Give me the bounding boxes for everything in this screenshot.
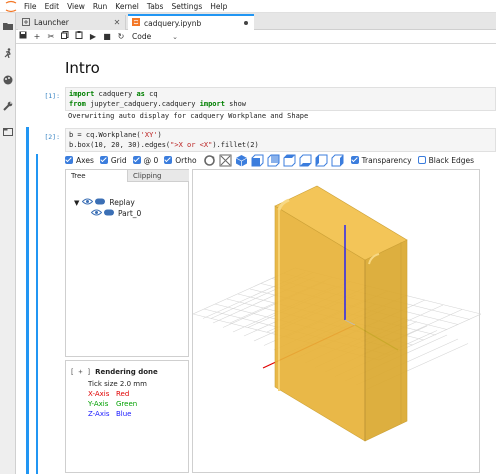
- viewer-toolbar: Axes Grid @ 0 Ortho Transparency Black E…: [65, 152, 496, 168]
- cell-1-output: Overwriting auto display for cadquery Wo…: [68, 112, 309, 120]
- shape-icon[interactable]: [95, 198, 106, 207]
- tab-notebook-label: cadquery.ipynb: [144, 18, 202, 28]
- activity-bar: [0, 13, 16, 474]
- launcher-icon: [22, 17, 30, 28]
- menu-edit[interactable]: Edit: [45, 2, 66, 11]
- checkbox-icon: [350, 156, 359, 164]
- notebook-toolbar: + ✂ ▶ ■ ↻ Code ⌄: [16, 30, 496, 44]
- menu-run[interactable]: Run: [93, 2, 113, 11]
- unsaved-indicator-icon[interactable]: [244, 21, 248, 25]
- 3d-viewport[interactable]: [192, 169, 482, 474]
- tabs-icon[interactable]: [3, 127, 13, 137]
- insert-cell-icon[interactable]: +: [30, 31, 44, 43]
- jupyter-logo-icon: [0, 0, 22, 13]
- tree-node-part[interactable]: Part_0: [90, 209, 142, 218]
- code-line: b = cq.Workplane('XY'): [69, 131, 162, 139]
- info-bracket: [ + ]: [70, 368, 92, 376]
- y-axis-label: Y-Axis: [88, 400, 109, 408]
- black-edges-checkbox[interactable]: Black Edges: [417, 156, 474, 165]
- cell-1-prompt: [1]:: [44, 92, 60, 100]
- cell-2-prompt: [2]:: [44, 133, 60, 141]
- folder-icon[interactable]: [3, 21, 13, 31]
- wrench-icon[interactable]: [3, 101, 13, 111]
- checkbox-icon: [164, 156, 173, 164]
- output-collapser[interactable]: [36, 154, 38, 474]
- front-view-icon[interactable]: [251, 154, 264, 167]
- tab-launcher[interactable]: Launcher ✕: [18, 15, 126, 30]
- part-shape[interactable]: [274, 185, 408, 442]
- shape-icon[interactable]: [104, 209, 114, 218]
- cell-type-select[interactable]: Code ⌄: [132, 31, 178, 42]
- fit-view-icon[interactable]: [219, 154, 232, 167]
- copy-icon[interactable]: [58, 30, 72, 43]
- close-icon[interactable]: ✕: [112, 18, 122, 27]
- menu-view[interactable]: View: [67, 2, 91, 11]
- viewport-canvas[interactable]: [192, 170, 482, 474]
- tab-clipping[interactable]: Clipping: [128, 170, 189, 182]
- restart-icon[interactable]: ↻: [114, 31, 128, 43]
- reset-view-icon[interactable]: [203, 154, 216, 167]
- checkbox-icon: [65, 156, 73, 164]
- code-cell-1-editor[interactable]: import cadquery as cq from jupyter_cadqu…: [65, 87, 496, 111]
- cut-icon[interactable]: ✂: [44, 31, 58, 43]
- axes-checkbox[interactable]: Axes: [65, 156, 94, 165]
- code-line: from jupyter_cadquery.cadquery import sh…: [69, 99, 247, 108]
- palette-icon[interactable]: [3, 75, 13, 85]
- menu-kernel[interactable]: Kernel: [115, 2, 145, 11]
- active-cell-indicator: [26, 127, 29, 474]
- tab-launcher-label: Launcher: [34, 18, 69, 27]
- right-view-icon[interactable]: [331, 154, 344, 167]
- markdown-heading: Intro: [65, 59, 100, 77]
- x-axis-label: X-Axis: [88, 390, 110, 398]
- tree-panel: Tree Clipping ▼ Replay Part_0: [65, 169, 189, 357]
- info-panel: [ + ] Rendering done Tick size 2.0 mm X-…: [65, 360, 189, 473]
- top-view-icon[interactable]: [283, 154, 296, 167]
- running-icon[interactable]: [3, 48, 13, 59]
- axes-at-zero-checkbox[interactable]: @ 0: [132, 156, 158, 165]
- tree-node-label: Replay: [109, 198, 135, 207]
- menu-file[interactable]: File: [24, 2, 43, 11]
- document-tab-bar: Launcher ✕ cadquery.ipynb: [16, 13, 496, 30]
- chevron-down-icon: ⌄: [172, 32, 178, 41]
- info-title: Rendering done: [95, 368, 158, 376]
- stop-icon[interactable]: ■: [100, 31, 114, 43]
- run-icon[interactable]: ▶: [86, 31, 100, 43]
- tree-node-label: Part_0: [118, 209, 142, 218]
- z-axis-color: Blue: [116, 410, 132, 418]
- tab-cadquery-notebook[interactable]: cadquery.ipynb: [128, 14, 254, 30]
- x-axis-color: Red: [116, 390, 130, 398]
- caret-down-icon[interactable]: ▼: [74, 199, 79, 207]
- checkbox-icon: [132, 156, 141, 164]
- left-view-icon[interactable]: [315, 154, 328, 167]
- iso-view-icon[interactable]: [235, 154, 248, 167]
- rear-view-icon[interactable]: [267, 154, 280, 167]
- paste-icon[interactable]: [72, 30, 86, 43]
- transparency-checkbox[interactable]: Transparency: [350, 156, 412, 165]
- menu-settings[interactable]: Settings: [171, 2, 208, 11]
- eye-icon[interactable]: [90, 209, 103, 218]
- y-axis-color: Green: [116, 400, 138, 408]
- info-tick-size: Tick size 2.0 mm: [88, 380, 147, 388]
- menu-bar: File Edit View Run Kernel Tabs Settings …: [0, 0, 496, 13]
- checkbox-icon: [99, 156, 108, 164]
- grid-checkbox[interactable]: Grid: [99, 156, 127, 165]
- code-cell-2-editor[interactable]: b = cq.Workplane('XY') b.box(10, 20, 30)…: [65, 128, 496, 152]
- cell-type-value: Code: [132, 32, 152, 41]
- checkbox-icon: [417, 156, 426, 164]
- tab-tree[interactable]: Tree: [66, 170, 128, 182]
- menu-tabs[interactable]: Tabs: [147, 2, 170, 11]
- tree-node-replay[interactable]: ▼ Replay: [74, 198, 135, 207]
- code-line: b.box(10, 20, 30).edges(">X or <X").fill…: [69, 140, 259, 149]
- bottom-view-icon[interactable]: [299, 154, 312, 167]
- ortho-checkbox[interactable]: Ortho: [164, 156, 197, 165]
- code-line: import cadquery as cq: [69, 90, 158, 98]
- notebook-icon: [132, 18, 140, 28]
- save-icon[interactable]: [16, 31, 30, 43]
- eye-icon[interactable]: [82, 198, 94, 207]
- menu-help[interactable]: Help: [210, 2, 233, 11]
- z-axis-label: Z-Axis: [88, 410, 110, 418]
